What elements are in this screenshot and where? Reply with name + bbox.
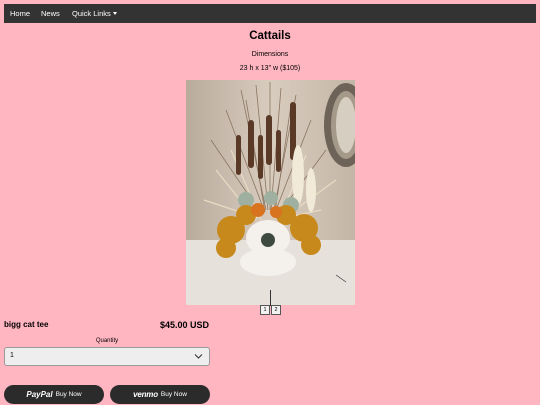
gallery-page-1-button[interactable]: 1 [260,305,270,315]
nav-home-link[interactable]: Home [10,9,30,18]
product-name: bigg cat tee [4,320,49,329]
quantity-label: Quantity [95,338,119,344]
page-title: Cattails [249,30,291,42]
venmo-buy-now-button[interactable]: venmo Buy Now [110,385,210,404]
dimensions-value: 23 h x 13" w ($105) [239,65,301,72]
product-price: $45.00 USD [160,320,210,330]
quantity-value: 1 [10,352,14,359]
chevron-down-icon [194,354,203,359]
dimensions-label: Dimensions [251,51,289,58]
nav-quick-links-dropdown[interactable]: Quick Links [72,9,117,18]
nav-news-link[interactable]: News [41,9,60,18]
cattail-arrangement-photo [186,80,355,305]
venmo-logo: venmo [133,390,158,399]
product-photo [186,80,355,305]
paypal-button-label: Buy Now [55,391,82,398]
caret-down-icon [112,12,117,15]
quick-links-label: Quick Links [72,9,111,18]
venmo-button-label: Buy Now [160,391,187,398]
quantity-select[interactable]: 1 [4,347,210,366]
gallery-pointer-line [270,290,271,306]
gallery-page-2-button[interactable]: 2 [271,305,281,315]
paypal-logo: PayPal [26,390,53,399]
paypal-buy-now-button[interactable]: PayPal Buy Now [4,385,104,404]
top-navbar: Home News Quick Links [4,4,536,23]
